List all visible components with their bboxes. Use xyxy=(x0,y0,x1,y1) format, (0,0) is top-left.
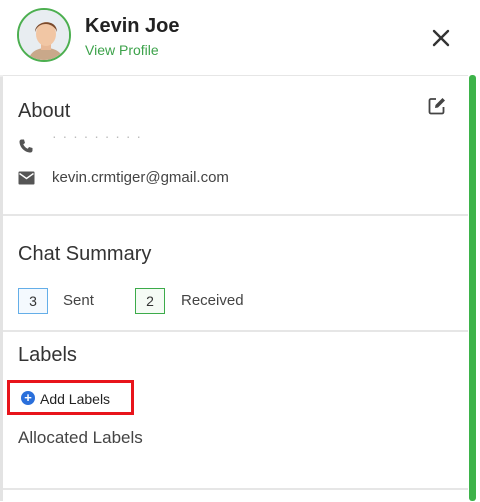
section-divider xyxy=(3,330,468,332)
close-icon xyxy=(432,29,450,47)
section-divider xyxy=(3,214,468,216)
scrollbar[interactable] xyxy=(469,75,476,501)
phone-icon xyxy=(18,138,34,154)
view-profile-link[interactable]: View Profile xyxy=(85,42,159,58)
avatar-person-icon xyxy=(19,10,69,60)
email-address: kevin.crmtiger@gmail.com xyxy=(52,169,229,186)
section-divider xyxy=(3,488,468,490)
received-label: Received xyxy=(181,292,244,309)
close-button[interactable] xyxy=(428,25,454,51)
allocated-labels-title: Allocated Labels xyxy=(18,428,143,447)
add-labels-button[interactable]: + Add Labels xyxy=(7,380,134,415)
contact-header: Kevin Joe View Profile xyxy=(0,0,480,75)
add-labels-label: Add Labels xyxy=(40,391,111,407)
edit-icon xyxy=(428,98,445,115)
about-title: About xyxy=(18,100,71,122)
sent-count-badge: 3 xyxy=(18,288,48,314)
chat-summary-title: Chat Summary xyxy=(18,243,152,265)
contact-name: Kevin Joe xyxy=(85,15,180,37)
plus-circle-icon: + xyxy=(21,391,35,405)
phone-number: · · · · · · · · · xyxy=(52,128,143,144)
avatar xyxy=(17,8,71,62)
sent-label: Sent xyxy=(63,292,94,309)
received-count-badge: 2 xyxy=(135,288,165,314)
edit-button[interactable] xyxy=(427,96,447,116)
mail-icon xyxy=(18,171,35,185)
labels-title: Labels xyxy=(18,344,77,366)
